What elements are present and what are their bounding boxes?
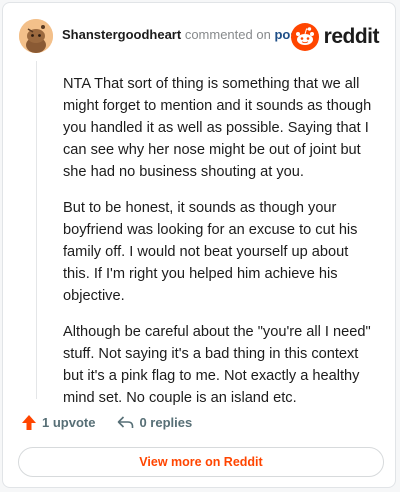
avatar-snoo-icon <box>19 19 53 53</box>
upvote-count: 1 upvote <box>42 414 96 430</box>
comment-paragraph: But to be honest, it sounds as though yo… <box>63 200 358 304</box>
view-more-button[interactable]: View more on Reddit <box>18 447 384 477</box>
comment-header: Shanstergoodheart commented on post redd… <box>17 17 381 57</box>
reply-arrow-icon <box>118 415 134 428</box>
reddit-logo[interactable]: reddit <box>290 23 380 51</box>
comment-actions: 1 upvote 0 replies <box>21 411 214 433</box>
thread-line <box>36 61 37 399</box>
action-text: commented on <box>184 27 271 42</box>
avatar[interactable] <box>19 19 53 53</box>
upvote-button[interactable]: 1 upvote <box>21 414 95 431</box>
author-name[interactable]: Shanstergoodheart <box>62 27 181 42</box>
comment-meta: Shanstergoodheart commented on post <box>62 27 302 42</box>
replies-count: 0 replies <box>139 414 193 430</box>
comment-paragraph: NTA That sort of thing is something that… <box>63 76 372 180</box>
reddit-snoo-icon <box>290 23 319 51</box>
upvote-arrow-icon <box>22 414 36 430</box>
brand-wordmark: reddit <box>323 25 380 48</box>
comment-paragraph: Although be careful about the "you're al… <box>63 324 371 406</box>
replies-button[interactable]: 0 replies <box>117 415 192 430</box>
comment-card: Shanstergoodheart commented on post redd… <box>2 2 396 488</box>
comment-body: NTA That sort of thing is something that… <box>63 73 379 423</box>
